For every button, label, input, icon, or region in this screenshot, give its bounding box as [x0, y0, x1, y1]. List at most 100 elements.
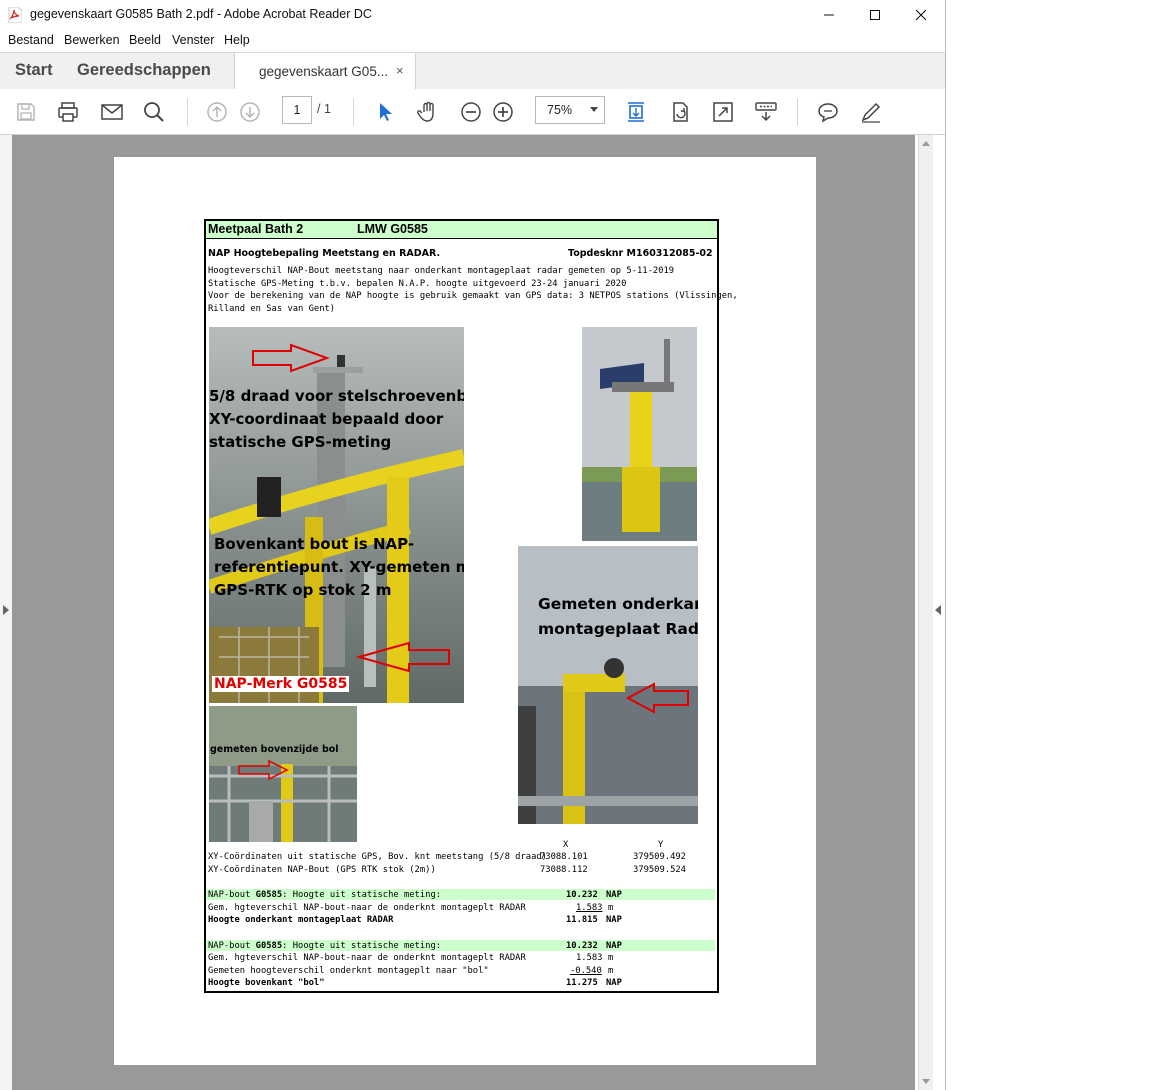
- photo-radar-image: [518, 546, 698, 824]
- toolbar-separator: [353, 98, 354, 126]
- right-panel-toggle-icon[interactable]: [935, 605, 941, 615]
- height-difference-value: 1.583: [576, 903, 603, 913]
- sign-button[interactable]: [858, 99, 884, 125]
- comment-icon: [818, 103, 838, 123]
- intro-line: Hoogteverschil NAP-Bout meetstang naar o…: [208, 266, 675, 276]
- page-up-button[interactable]: [204, 99, 230, 125]
- title-bar: gegevenskaart G0585 Bath 2.pdf - Adobe A…: [0, 0, 945, 30]
- maximize-button[interactable]: [852, 0, 898, 30]
- nap-merk-label: NAP-Merk G0585: [212, 676, 350, 692]
- xy-row-label: XY-Coördinaten NAP-Bout (GPS RTK stok (2…: [208, 865, 436, 875]
- scroll-mode-icon: [628, 102, 644, 122]
- photo-caption: gemeten bovenzijde bol: [210, 744, 339, 755]
- mail-icon: [101, 104, 123, 120]
- height-difference-label: Gem. hgteverschil NAP-bout-naar de onder…: [208, 953, 526, 963]
- photo-caption: referentiepunt. XY-gemeten met: [214, 558, 464, 576]
- topdesk-number: Topdesknr M160312085-02: [568, 248, 713, 259]
- zoom-in-button[interactable]: [490, 99, 516, 125]
- tab-document[interactable]: gegevenskaart G05... ×: [234, 53, 416, 90]
- print-icon: [58, 102, 78, 122]
- intro-line: Voor de berekening van de NAP hoogte is …: [208, 291, 738, 301]
- xy-row-y: 379509.492: [633, 852, 686, 862]
- minimize-button[interactable]: [806, 0, 852, 30]
- intro-line: Statische GPS-Meting t.b.v. bepalen N.A.…: [208, 279, 627, 289]
- sheet-header: Meetpaal Bath 2 LMW G0585: [206, 221, 717, 239]
- xy-row-x: 73088.112: [540, 865, 588, 875]
- nap-unit: NAP: [606, 915, 622, 925]
- photo-caption: Bovenkant bout is NAP-: [214, 535, 415, 553]
- scroll-down-icon[interactable]: [922, 1079, 930, 1084]
- scroll-up-icon[interactable]: [922, 141, 930, 146]
- tab-bar: Start Gereedschappen gegevenskaart G05..…: [0, 52, 945, 90]
- page-total: / 1: [317, 102, 331, 116]
- select-cursor-icon: [380, 103, 392, 121]
- rotate-button[interactable]: [667, 99, 693, 125]
- print-button[interactable]: [55, 99, 81, 125]
- save-button[interactable]: [13, 99, 39, 125]
- search-button[interactable]: [141, 99, 167, 125]
- page-down-icon: [240, 102, 260, 122]
- y-header: Y: [658, 840, 664, 850]
- sheet-subtitle: NAP Hoogtebepaling Meetstang en RADAR.: [208, 248, 441, 259]
- fullscreen-button[interactable]: [710, 99, 736, 125]
- sign-pen-icon: [861, 102, 881, 123]
- page-number-input[interactable]: 1: [282, 96, 312, 124]
- zoom-dropdown[interactable]: 75%: [535, 96, 605, 124]
- scroll-mode-button[interactable]: [623, 99, 649, 125]
- zoom-out-button[interactable]: [458, 99, 484, 125]
- left-panel-toggle-icon[interactable]: [3, 605, 9, 615]
- search-icon: [144, 102, 164, 122]
- bol-height-value: 11.275: [566, 978, 598, 988]
- menu-venster[interactable]: Venster: [172, 33, 214, 47]
- tab-start[interactable]: Start: [15, 61, 53, 80]
- nap-unit: NAP: [606, 890, 622, 900]
- photo-caption: 5/8 draad voor stelschroevenblok =: [209, 387, 464, 405]
- nap-height-value: 10.232: [566, 941, 598, 951]
- sheet-code: LMW G0585: [357, 222, 428, 236]
- hand-icon: [417, 101, 434, 122]
- page-down-button[interactable]: [237, 99, 263, 125]
- photo-bol-image: [209, 706, 357, 842]
- photo-radar: Gemeten onderkant montageplaat Radar: [518, 546, 698, 824]
- tab-document-label: gegevenskaart G05...: [259, 64, 389, 79]
- unit-m: m: [608, 966, 614, 976]
- toolbar: [0, 89, 945, 135]
- chevron-down-icon: [590, 107, 598, 112]
- unit-m: m: [608, 953, 614, 963]
- data-sheet: Meetpaal Bath 2 LMW G0585 NAP Hoogtebepa…: [204, 219, 738, 993]
- photo-meetpaal: [582, 327, 697, 541]
- tab-tools[interactable]: Gereedschappen: [77, 61, 211, 80]
- fullscreen-icon: [713, 102, 733, 122]
- read-mode-icon: [755, 102, 777, 122]
- toolbar-separator: [797, 98, 798, 126]
- photo-meetstang: 5/8 draad voor stelschroevenblok = XY-co…: [209, 327, 464, 703]
- close-window-button[interactable]: [898, 0, 944, 30]
- vertical-scrollbar[interactable]: [918, 135, 933, 1090]
- menu-bestand[interactable]: Bestand: [8, 33, 54, 47]
- bol-difference-value: -0.540: [570, 966, 602, 976]
- photo-caption: statische GPS-meting: [209, 433, 392, 451]
- x-header: X: [563, 840, 569, 850]
- photo-caption: GPS-RTK op stok 2 m: [214, 581, 392, 599]
- bol-height-label: Hoogte bovenkant "bol": [208, 978, 325, 988]
- height-difference-label: Gem. hgteverschil NAP-bout-naar de onder…: [208, 903, 526, 913]
- mail-button[interactable]: [99, 99, 125, 125]
- nap-height-label: NAP-bout G0585: Hoogte uit statische met…: [208, 941, 442, 951]
- menu-help[interactable]: Help: [224, 33, 250, 47]
- zoom-value: 75%: [547, 103, 573, 117]
- height-difference-value: 1.583: [576, 953, 603, 963]
- menu-beeld[interactable]: Beeld: [129, 33, 161, 47]
- tab-close-button[interactable]: ×: [396, 63, 404, 78]
- nap-height-label: NAP-bout G0585: Hoogte uit statische met…: [208, 890, 442, 900]
- acrobat-window: gegevenskaart G0585 Bath 2.pdf - Adobe A…: [0, 0, 946, 1090]
- hand-tool-button[interactable]: [415, 99, 441, 125]
- comment-button[interactable]: [815, 99, 841, 125]
- read-mode-button[interactable]: [753, 99, 779, 125]
- radar-height-value: 11.815: [566, 915, 598, 925]
- menu-bewerken[interactable]: Bewerken: [64, 33, 120, 47]
- close-icon: [915, 9, 927, 21]
- select-tool-button[interactable]: [372, 99, 398, 125]
- page-up-icon: [207, 102, 227, 122]
- minimize-icon: [824, 14, 834, 16]
- photo-bol: gemeten bovenzijde bol: [209, 706, 357, 842]
